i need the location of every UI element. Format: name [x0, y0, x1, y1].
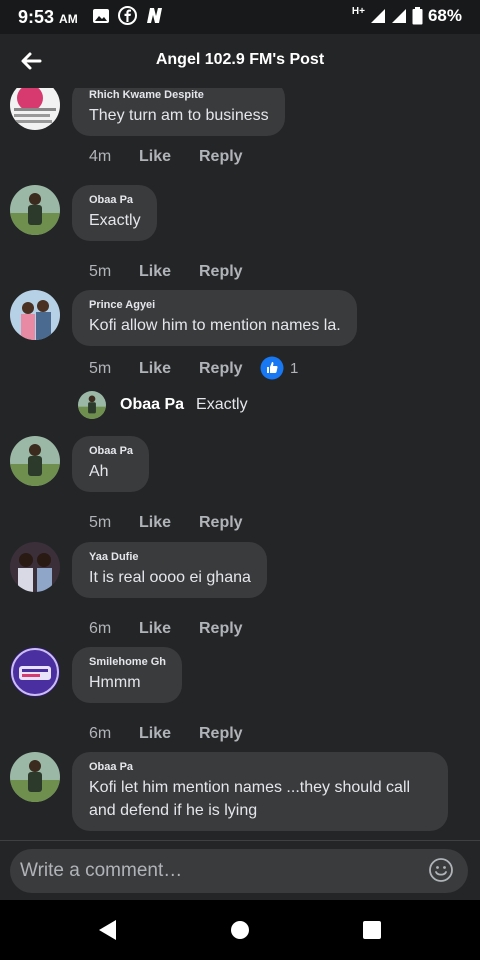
thumbs-up-icon: [260, 356, 284, 380]
back-triangle-icon[interactable]: [96, 918, 120, 942]
avatar[interactable]: [10, 185, 60, 235]
battery-level: 68%: [427, 6, 462, 25]
comment-actions: 6m Like Reply: [89, 620, 243, 638]
like-button[interactable]: Like: [139, 620, 199, 638]
avatar[interactable]: [10, 752, 60, 802]
network-type: H+: [351, 5, 365, 17]
comment-list[interactable]: Rhich Kwame Despite They turn am to busi…: [0, 88, 480, 840]
status-time: 9:53 AM: [18, 7, 78, 27]
post-header: Angel 102.9 FM's Post: [0, 34, 480, 88]
battery-icon: [412, 7, 423, 25]
comment-bubble[interactable]: Obaa Pa Exactly: [72, 185, 157, 241]
comment-text: They turn am to business: [89, 107, 269, 124]
avatar: [78, 391, 106, 419]
emoji-icon[interactable]: [428, 857, 454, 883]
page-title: Angel 102.9 FM's Post: [155, 51, 325, 68]
signal-icon-2: [391, 9, 406, 23]
avatar[interactable]: [10, 290, 60, 340]
comment-actions: 6m Like Reply: [89, 725, 243, 743]
comment-text: Kofi allow him to mention names la.: [89, 317, 341, 334]
comment-text: It is real oooo ei ghana: [89, 569, 251, 586]
reply-button[interactable]: Reply: [199, 725, 243, 743]
reaction-count: 1: [290, 359, 299, 377]
comment-author[interactable]: Rhich Kwame Despite: [89, 89, 269, 101]
comment-text: Exactly: [89, 212, 141, 229]
comment-author[interactable]: Obaa Pa: [89, 445, 133, 457]
comment-composer: [0, 840, 480, 900]
signal-icon: [370, 9, 385, 23]
news-n-icon: [147, 8, 162, 23]
comment-bubble[interactable]: Obaa Pa Ah: [72, 436, 150, 492]
comment-text: Ah: [89, 463, 109, 480]
comment-bubble[interactable]: Prince Agyei Kofi allow him to mention n…: [72, 290, 357, 346]
comment-bubble[interactable]: Yaa Dufie It is real oooo ei ghana: [72, 542, 267, 598]
avatar[interactable]: [10, 647, 60, 697]
comment-text-line-1: Kofi let him mention names ...they shoul…: [89, 779, 411, 796]
reply-text: Exactly: [196, 396, 248, 413]
like-button[interactable]: Like: [139, 360, 199, 378]
comment-author[interactable]: Obaa Pa: [89, 194, 141, 206]
comment-text-line-2: and defend if he is lying: [89, 802, 258, 819]
comment-time: 6m: [89, 620, 112, 637]
reply-button[interactable]: Reply: [199, 263, 243, 281]
comment-time: 4m: [89, 148, 112, 165]
like-button[interactable]: Like: [139, 148, 199, 166]
avatar[interactable]: [10, 542, 60, 592]
like-button[interactable]: Like: [139, 725, 199, 743]
like-button[interactable]: Like: [139, 263, 199, 281]
comment-input[interactable]: [10, 849, 468, 893]
reply-button[interactable]: Reply: [199, 148, 243, 166]
comment-time: 6m: [89, 725, 112, 742]
reply-button[interactable]: Reply: [199, 620, 243, 638]
reply-button[interactable]: Reply: [199, 360, 243, 378]
comment-time: 5m: [89, 360, 112, 377]
comment-bubble[interactable]: Smilehome Gh Hmmm: [72, 647, 183, 703]
comment-actions: 4m Like Reply: [89, 148, 243, 166]
reaction-summary[interactable]: 1: [260, 356, 298, 380]
system-nav-bar: [0, 900, 480, 960]
like-button[interactable]: Like: [139, 514, 199, 532]
comment-bubble[interactable]: Obaa Pa Kofi let him mention names ...th…: [72, 752, 448, 831]
home-circle-icon[interactable]: [228, 918, 252, 942]
reply-preview[interactable]: Obaa Pa Exactly: [78, 391, 248, 419]
comment-author[interactable]: Yaa Dufie: [89, 551, 251, 563]
comment-bubble[interactable]: Rhich Kwame Despite They turn am to busi…: [72, 88, 285, 136]
reply-author[interactable]: Obaa Pa: [120, 396, 184, 414]
status-bar: 9:53 AM H+ 68%: [0, 0, 480, 34]
notification-icons: [92, 6, 165, 25]
gallery-icon: [93, 8, 109, 23]
recents-square-icon[interactable]: [360, 918, 384, 942]
comment-author[interactable]: Prince Agyei: [89, 299, 341, 311]
comment-author[interactable]: Obaa Pa: [89, 761, 432, 773]
comment-actions: 5m Like Reply: [89, 360, 243, 378]
comment-time: 5m: [89, 263, 112, 280]
comment-actions: 5m Like Reply: [89, 263, 243, 281]
comment-author[interactable]: Smilehome Gh: [89, 656, 166, 668]
comment-text: Hmmm: [89, 674, 141, 691]
avatar[interactable]: [10, 88, 60, 130]
comment-actions: 5m Like Reply: [89, 514, 243, 532]
avatar[interactable]: [10, 436, 60, 486]
comment-time: 5m: [89, 514, 112, 531]
facebook-icon: [118, 6, 137, 25]
system-icons: H+ 68%: [352, 6, 462, 26]
reply-button[interactable]: Reply: [199, 514, 243, 532]
